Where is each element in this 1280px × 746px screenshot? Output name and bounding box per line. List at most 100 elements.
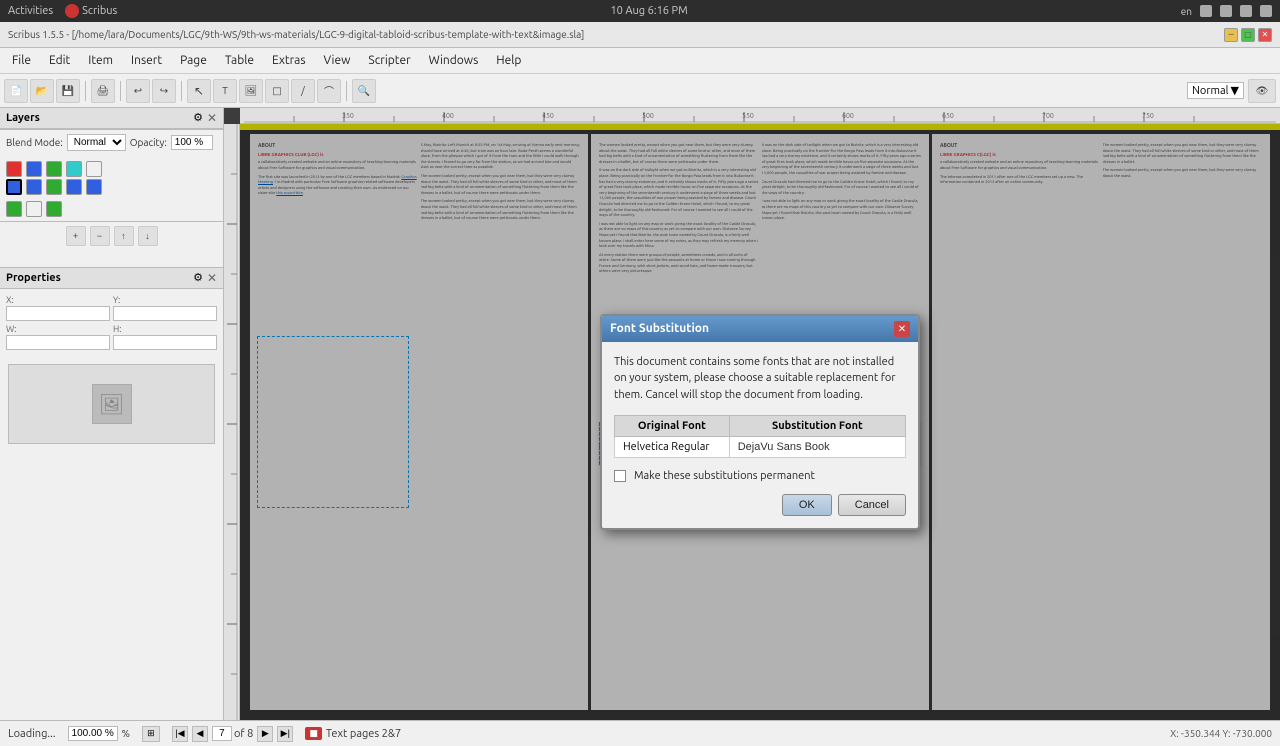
menu-windows[interactable]: Windows [421, 52, 487, 69]
fit-page-button[interactable]: ⊞ [142, 726, 160, 742]
permanent-label: Make these substitutions permanent [634, 470, 906, 482]
swatch-blue3[interactable] [66, 179, 82, 195]
permanent-checkbox[interactable] [614, 470, 626, 482]
swatch-blue-sel[interactable] [6, 179, 22, 195]
menu-bar: File Edit Item Insert Page Table Extras … [0, 48, 1280, 74]
swatch-cyan[interactable] [66, 161, 82, 177]
menu-help[interactable]: Help [488, 52, 529, 69]
h-input[interactable] [113, 335, 217, 350]
properties-panel: Properties ⚙ ✕ X: Y: W: [0, 268, 223, 720]
menu-file[interactable]: File [4, 52, 39, 69]
image-button[interactable]: 🖼 [239, 79, 263, 103]
swatch-blue[interactable] [26, 161, 42, 177]
props-settings-icon[interactable]: ⚙ [193, 271, 203, 285]
layers-close-button[interactable]: ✕ [207, 111, 217, 125]
zoom-dropdown-icon[interactable]: ▼ [1231, 84, 1239, 97]
image-icon: 🖼 [99, 392, 124, 416]
blend-mode-label: Blend Mode: [6, 137, 63, 148]
activities-btn[interactable]: Activities [8, 5, 53, 17]
system-time: 10 Aug 6:16 PM [610, 5, 687, 17]
battery-icon [1240, 5, 1252, 17]
cancel-button[interactable]: Cancel [838, 494, 906, 516]
window-controls[interactable]: ─ □ ✕ [1224, 28, 1272, 42]
swatch-blue4[interactable] [86, 179, 102, 195]
menu-view[interactable]: View [316, 52, 359, 69]
menu-edit[interactable]: Edit [41, 52, 78, 69]
delete-layer-button[interactable]: − [90, 226, 110, 246]
layers-panel-header: Layers ⚙ ✕ [0, 108, 223, 129]
print-button[interactable]: 🖨 [91, 79, 115, 103]
dialog-close-button[interactable]: ✕ [894, 321, 910, 337]
close-button[interactable]: ✕ [1258, 28, 1272, 42]
menu-scripter[interactable]: Scripter [360, 52, 418, 69]
swatch-green[interactable] [46, 161, 62, 177]
select-button[interactable]: ↖ [187, 79, 211, 103]
x-field: X: [6, 295, 110, 321]
add-layer-button[interactable]: + [66, 226, 86, 246]
app-logo: Scribus [65, 4, 117, 18]
substitution-font-input[interactable] [738, 441, 897, 453]
maximize-button[interactable]: □ [1241, 28, 1255, 42]
substitution-font-cell[interactable] [729, 437, 905, 458]
swatch-red[interactable] [6, 161, 22, 177]
minimize-button[interactable]: ─ [1224, 28, 1238, 42]
y-label: Y: [113, 295, 217, 305]
y-input[interactable] [113, 306, 217, 321]
swatch-w1[interactable] [26, 201, 42, 217]
prev-page-button[interactable]: ◀ [192, 726, 208, 742]
canvas-area[interactable]: ABOUT LIBRE GRAPHICS CLUB (LGC) is a col… [240, 124, 1280, 720]
undo-button[interactable]: ↩ [126, 79, 150, 103]
last-page-button[interactable]: ▶| [277, 726, 293, 742]
network-icon [1200, 5, 1212, 17]
new-button[interactable]: 📄 [4, 79, 28, 103]
menu-insert[interactable]: Insert [123, 52, 170, 69]
line-button[interactable]: / [291, 79, 315, 103]
layers-settings-icon[interactable]: ⚙ [193, 111, 203, 125]
main-container: Layers ⚙ ✕ Blend Mode: Normal Opacity: [0, 108, 1280, 720]
toolbar-separator-4 [346, 81, 347, 101]
original-font-cell: Helvetica Regular [615, 437, 730, 458]
props-close-button[interactable]: ✕ [207, 271, 217, 285]
move-layer-down-button[interactable]: ↓ [138, 226, 158, 246]
menu-table[interactable]: Table [217, 52, 262, 69]
app-name[interactable]: Scribus [82, 5, 117, 17]
x-input[interactable] [6, 306, 110, 321]
eye-button[interactable]: 👁 [1248, 79, 1276, 103]
menu-page[interactable]: Page [172, 52, 215, 69]
power-icon [1260, 5, 1272, 17]
next-page-button[interactable]: ▶ [257, 726, 273, 742]
blend-mode-select[interactable]: Normal [67, 134, 126, 151]
w-input[interactable] [6, 335, 110, 350]
ok-button[interactable]: OK [782, 494, 832, 516]
open-button[interactable]: 📂 [30, 79, 54, 103]
menu-extras[interactable]: Extras [264, 52, 314, 69]
dialog-title: Font Substitution [610, 322, 709, 335]
opacity-input[interactable] [171, 135, 213, 150]
swatch-none[interactable] [86, 161, 102, 177]
swatch-g1[interactable] [6, 201, 22, 217]
text-button[interactable]: T [213, 79, 237, 103]
zoom-status: % [68, 726, 130, 741]
swatch-g2[interactable] [46, 201, 62, 217]
menu-item[interactable]: Item [80, 52, 121, 69]
shape-icon: □ [272, 85, 281, 97]
current-page-input[interactable] [212, 726, 232, 741]
font-row-1: Helvetica Regular [615, 437, 906, 458]
svg-text:500: 500 [642, 112, 654, 120]
redo-icon: ↪ [160, 85, 168, 97]
redo-button[interactable]: ↪ [152, 79, 176, 103]
first-page-button[interactable]: |◀ [172, 726, 188, 742]
properties-content: X: Y: W: H: [0, 289, 223, 356]
zoom-label: Normal [1192, 85, 1229, 97]
zoom-input[interactable] [68, 726, 118, 741]
shape-button[interactable]: □ [265, 79, 289, 103]
swatch-green2[interactable] [46, 179, 62, 195]
zoom-in-button[interactable]: 🔍 [352, 79, 376, 103]
color-swatches [6, 161, 104, 195]
swatch-blue2[interactable] [26, 179, 42, 195]
ruler-svg-v [224, 124, 238, 720]
move-layer-up-button[interactable]: ↑ [114, 226, 134, 246]
props-header-controls: ⚙ ✕ [193, 271, 217, 285]
bezier-button[interactable]: ⌒ [317, 79, 341, 103]
save-button[interactable]: 💾 [56, 79, 80, 103]
